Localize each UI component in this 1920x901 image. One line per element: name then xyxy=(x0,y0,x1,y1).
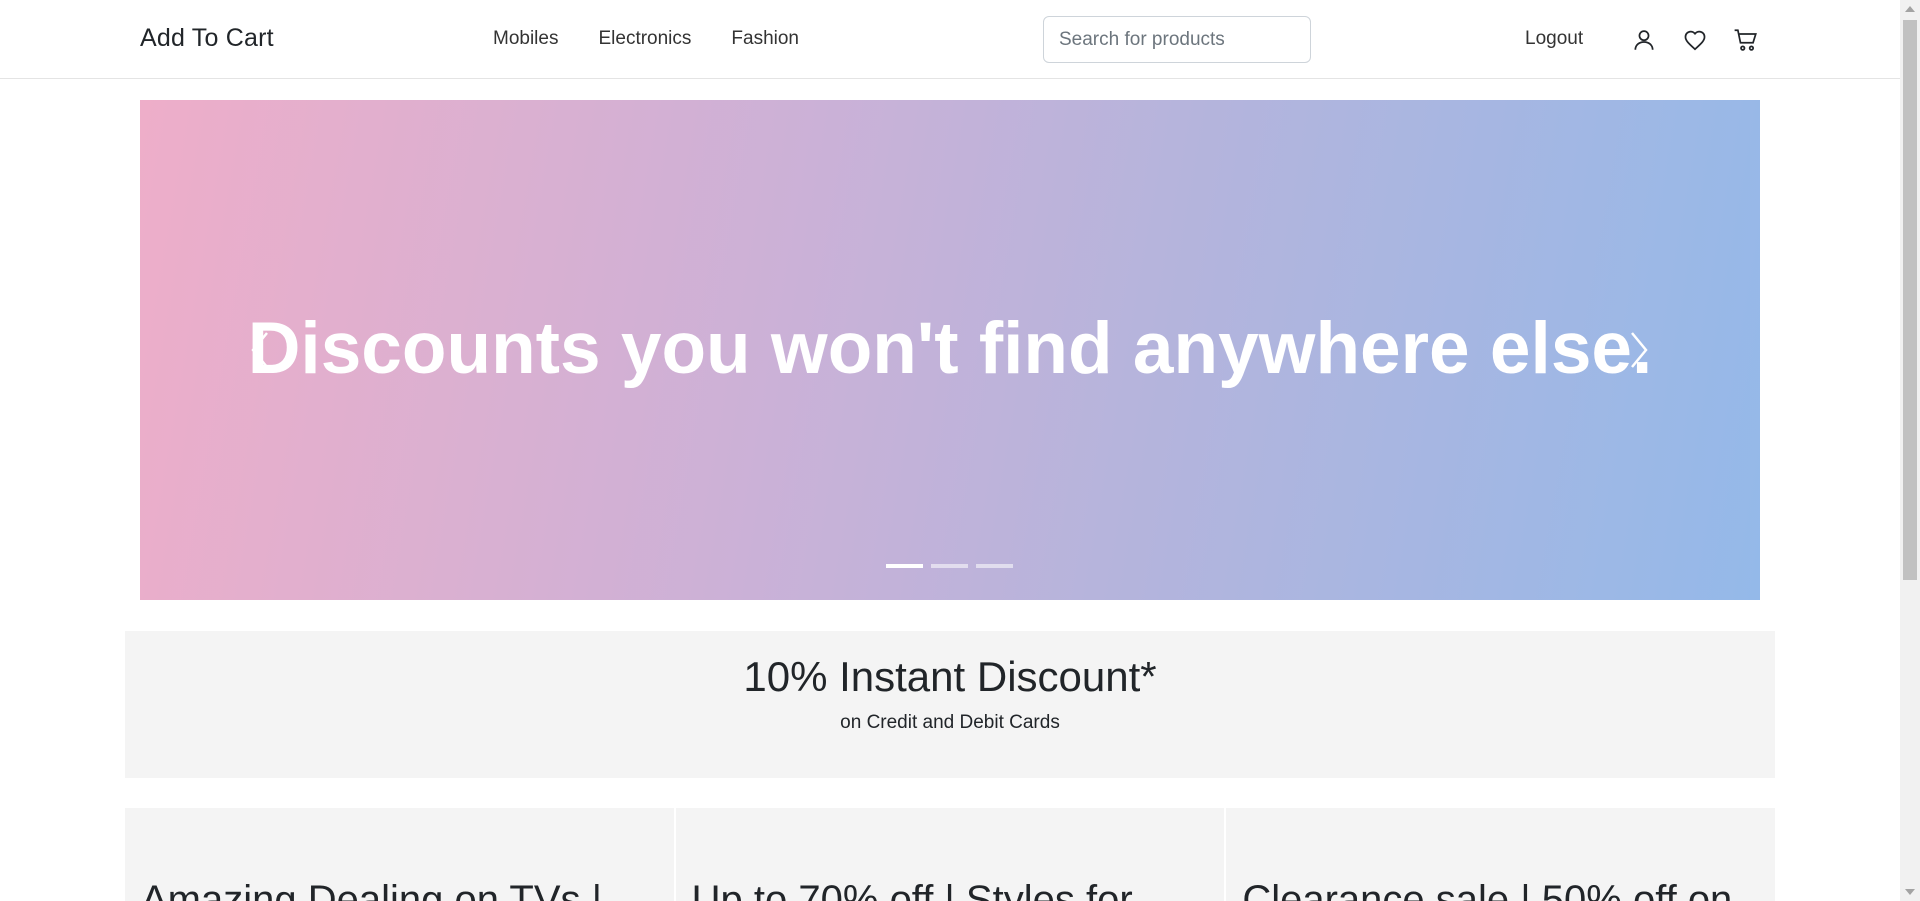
nav-link-fashion[interactable]: Fashion xyxy=(731,28,799,50)
deals-row: Amazing Dealing on TVs | Up to 70% off |… xyxy=(125,808,1776,901)
chevron-right-icon[interactable] xyxy=(1618,325,1658,375)
promo-subtitle: on Credit and Debit Cards xyxy=(840,712,1060,733)
deal-title: Up to 70% off | Styles for xyxy=(691,878,1133,901)
deal-card[interactable]: Amazing Dealing on TVs | xyxy=(125,808,674,901)
nav-link-mobiles[interactable]: Mobiles xyxy=(493,28,558,50)
cart-icon[interactable] xyxy=(1733,27,1759,53)
brand-logo[interactable]: Add To Cart xyxy=(140,24,274,53)
scroll-thumb[interactable] xyxy=(1903,20,1917,580)
logout-link[interactable]: Logout xyxy=(1525,28,1583,50)
page-scrollbar[interactable] xyxy=(1900,0,1920,901)
navbar: Add To Cart Mobiles Electronics Fashion … xyxy=(0,0,1900,79)
deal-title: Clearance sale | 50% off on xyxy=(1242,878,1733,901)
nav-link-electronics[interactable]: Electronics xyxy=(598,28,691,50)
promo-banner: 10% Instant Discount* on Credit and Debi… xyxy=(125,631,1775,778)
deal-card[interactable]: Clearance sale | 50% off on xyxy=(1226,808,1776,901)
carousel-indicator-3[interactable] xyxy=(976,564,1013,568)
deal-card[interactable]: Up to 70% off | Styles for xyxy=(675,808,1225,901)
user-icon[interactable] xyxy=(1631,27,1657,53)
carousel-indicator-2[interactable] xyxy=(931,564,968,568)
nav-links: Mobiles Electronics Fashion xyxy=(493,28,839,50)
deal-title: Amazing Dealing on TVs | xyxy=(141,878,602,901)
promo-title: 10% Instant Discount* xyxy=(743,653,1157,700)
heart-icon[interactable] xyxy=(1682,27,1708,53)
scroll-down-icon[interactable] xyxy=(1905,889,1915,895)
carousel-caption: Discounts you won't find anywhere else. xyxy=(247,308,1653,389)
carousel-indicator-1[interactable] xyxy=(886,564,923,568)
carousel-indicators xyxy=(886,564,1013,568)
hero-carousel: Discounts you won't find anywhere else. xyxy=(140,100,1760,600)
scroll-up-icon[interactable] xyxy=(1905,6,1915,12)
search-input[interactable] xyxy=(1043,16,1311,63)
